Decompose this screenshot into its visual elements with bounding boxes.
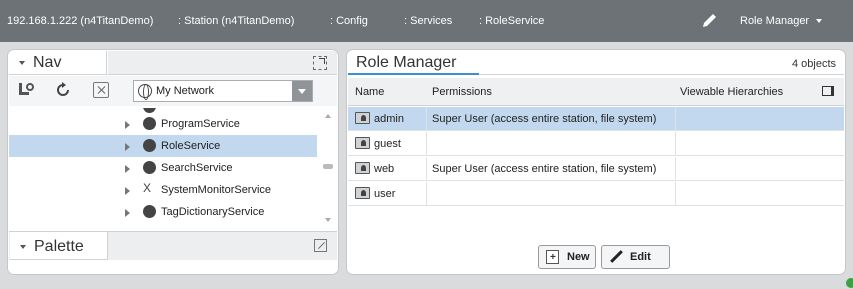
scroll-up-icon[interactable]	[325, 114, 331, 118]
role-name: admin	[374, 113, 404, 125]
refresh-icon[interactable]	[55, 82, 71, 98]
tree-item-label: RoleService	[161, 140, 221, 152]
close-tree-icon[interactable]	[93, 82, 109, 98]
expand-arrow-icon[interactable]	[125, 121, 130, 129]
expand-arrow-icon[interactable]	[125, 165, 130, 173]
column-header-name[interactable]: Name	[355, 86, 384, 98]
breadcrumb-roleservice[interactable]: : RoleService	[479, 15, 544, 27]
role-name: web	[374, 163, 395, 175]
program-icon	[143, 117, 156, 130]
role-icon	[355, 187, 370, 199]
column-divider	[426, 107, 427, 131]
tree-item-roleservice[interactable]: RoleService	[9, 135, 317, 157]
column-divider	[426, 132, 427, 156]
role-icon	[355, 137, 370, 149]
table-row[interactable]: user	[348, 182, 844, 206]
role-manager-title: Role Manager	[348, 51, 479, 75]
collapse-triangle-icon	[19, 60, 25, 65]
tree-item-searchservice[interactable]: SearchService	[9, 157, 317, 179]
nav-toolbar: My Network	[9, 76, 337, 106]
new-document-icon	[546, 250, 559, 264]
chevron-down-icon[interactable]	[292, 81, 312, 101]
pencil-icon[interactable]	[700, 12, 718, 30]
breadcrumb: 192.168.1.222 (n4TitanDemo) : Station (n…	[0, 0, 853, 42]
nav-tree: ProgramService RoleService SearchService…	[9, 108, 337, 230]
edit-button[interactable]: Edit	[601, 245, 670, 269]
nav-header	[108, 51, 337, 75]
role-icon	[355, 112, 370, 124]
role-name: guest	[374, 138, 401, 150]
globe-icon	[138, 84, 152, 100]
role-icon	[355, 162, 370, 174]
breadcrumb-host[interactable]: 192.168.1.222 (n4TitanDemo)	[7, 15, 153, 27]
nav-panel: Nav My Network ProgramService RoleServic…	[7, 49, 339, 275]
column-divider	[426, 182, 427, 206]
palette-tab[interactable]: Palette	[10, 232, 108, 260]
tree-item-label: SystemMonitorService	[161, 184, 272, 196]
expand-arrow-icon[interactable]	[125, 143, 130, 151]
role-icon	[143, 139, 156, 152]
tree-item-label: SearchService	[161, 162, 233, 174]
expand-arrow-icon[interactable]	[125, 187, 130, 195]
column-divider	[426, 157, 427, 181]
role-permissions: Super User (access entire station, file …	[432, 113, 657, 125]
column-divider	[675, 107, 676, 131]
search-service-icon	[143, 161, 156, 174]
expand-arrow-icon[interactable]	[125, 209, 130, 217]
role-manager-panel: Role Manager 4 objects Name Permissions …	[346, 49, 846, 275]
collapse-triangle-icon	[20, 244, 26, 249]
scroll-down-icon[interactable]	[325, 218, 331, 222]
tree-item-programservice[interactable]: ProgramService	[9, 113, 317, 135]
tree-item-systemmonitorservice[interactable]: X SystemMonitorService	[9, 179, 317, 201]
new-button[interactable]: New	[538, 245, 596, 269]
new-button-label: New	[567, 251, 590, 263]
status-indicator-icon	[846, 278, 853, 288]
caret-down-icon	[816, 19, 823, 24]
column-header-permissions[interactable]: Permissions	[432, 86, 492, 98]
palette-title: Palette	[34, 238, 84, 255]
object-count: 4 objects	[791, 58, 836, 70]
palette-header: Palette	[9, 231, 337, 260]
table-row[interactable]: guest	[348, 132, 844, 156]
view-selector-menu[interactable]: Role Manager	[740, 15, 823, 27]
network-select-value: My Network	[156, 85, 215, 97]
role-permissions: Super User (access entire station, file …	[432, 163, 657, 175]
view-selector-label: Role Manager	[740, 15, 810, 27]
column-menu-icon[interactable]	[822, 86, 834, 96]
role-name: user	[374, 188, 396, 200]
home-tree-icon[interactable]	[18, 82, 34, 98]
scroll-thumb[interactable]	[323, 164, 333, 169]
table-row[interactable]: admin Super User (access entire station,…	[348, 107, 844, 131]
table-header: Name Permissions Viewable Hierarchies	[348, 78, 844, 106]
tree-item-tagdictionaryservice[interactable]: TagDictionaryService	[9, 201, 317, 223]
column-divider	[675, 157, 676, 181]
column-divider	[675, 182, 676, 206]
role-manager-header: 4 objects	[479, 51, 844, 75]
breadcrumb-config[interactable]: : Config	[330, 15, 368, 27]
edit-button-label: Edit	[630, 251, 651, 263]
network-select[interactable]: My Network	[133, 80, 313, 102]
tree-item-label: TagDictionaryService	[161, 206, 265, 218]
popout-icon[interactable]	[314, 239, 327, 252]
breadcrumb-station[interactable]: : Station (n4TitanDemo)	[178, 15, 294, 27]
pencil-icon	[609, 250, 622, 264]
nav-tab[interactable]: Nav	[9, 51, 107, 75]
tree-scrollbar[interactable]	[323, 112, 333, 224]
column-header-hierarchies[interactable]: Viewable Hierarchies	[680, 86, 783, 98]
tree-item-label: ProgramService	[161, 118, 240, 130]
monitor-icon: X	[143, 181, 152, 195]
breadcrumb-services[interactable]: : Services	[404, 15, 452, 27]
column-divider	[675, 132, 676, 156]
expand-icon[interactable]	[313, 56, 327, 70]
nav-title: Nav	[33, 54, 62, 71]
tag-icon	[143, 205, 156, 218]
table-row[interactable]: web Super User (access entire station, f…	[348, 157, 844, 181]
